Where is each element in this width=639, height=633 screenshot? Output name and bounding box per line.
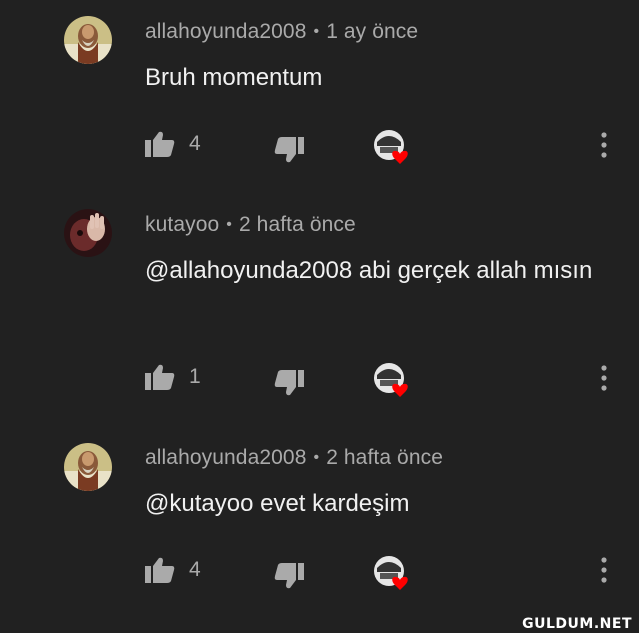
separator-dot: •: [226, 216, 232, 233]
creator-heart-badge: [372, 554, 416, 598]
thumbs-down-icon: [274, 563, 304, 589]
dark-hand-avatar-icon: [64, 209, 112, 257]
comment-text: @allahoyunda2008 abi gerçek allah mısın: [145, 257, 593, 284]
comment-time[interactable]: 2 hafta önce: [239, 213, 356, 236]
bearded-man-painting-avatar-icon: [64, 16, 112, 64]
author-name[interactable]: kutayoo: [145, 213, 219, 236]
separator-dot: •: [313, 23, 320, 40]
creator-heart-icon: [374, 363, 408, 397]
creator-heart-icon: [374, 130, 408, 164]
kebab-menu-icon: [601, 557, 607, 583]
thumbs-down-icon: [274, 370, 304, 396]
comment-time[interactable]: 2 hafta önce: [326, 446, 443, 469]
creator-heart-badge: [372, 128, 416, 172]
dislike-button[interactable]: [274, 137, 304, 163]
more-actions-button[interactable]: [596, 131, 612, 159]
more-actions-button[interactable]: [596, 556, 612, 584]
author-avatar[interactable]: [64, 16, 112, 64]
separator-dot: •: [313, 449, 320, 466]
author-avatar[interactable]: [64, 209, 112, 257]
creator-heart-badge: [372, 361, 416, 405]
thumbs-up-icon: [145, 557, 175, 583]
like-count: 1: [189, 365, 201, 388]
watermark-logo: GULDUM.NET: [522, 616, 632, 632]
like-count: 4: [189, 558, 201, 581]
author-name[interactable]: allahoyunda2008: [145, 446, 306, 469]
kebab-menu-icon: [601, 132, 607, 158]
comment-text: Bruh momentum: [145, 64, 323, 91]
dislike-button[interactable]: [274, 370, 304, 396]
thumbs-up-icon: [145, 364, 175, 390]
thumbs-down-icon: [274, 137, 304, 163]
like-button[interactable]: 4: [145, 557, 201, 583]
comment-meta: allahoyunda2008 • 2 hafta önce: [145, 446, 443, 470]
author-name[interactable]: allahoyunda2008: [145, 20, 306, 43]
comment-meta: kutayoo • 2 hafta önce: [145, 213, 356, 237]
author-avatar[interactable]: [64, 443, 112, 491]
like-button[interactable]: 4: [145, 131, 201, 157]
bearded-man-painting-avatar-icon: [64, 443, 112, 491]
creator-heart-icon: [374, 556, 408, 590]
comment-meta: allahoyunda2008 • 1 ay önce: [145, 20, 418, 44]
kebab-menu-icon: [601, 365, 607, 391]
dislike-button[interactable]: [274, 563, 304, 589]
comment-time[interactable]: 1 ay önce: [326, 20, 418, 43]
more-actions-button[interactable]: [596, 364, 612, 392]
comment-text: @kutayoo evet kardeşim: [145, 490, 410, 517]
like-button[interactable]: 1: [145, 364, 201, 390]
thumbs-up-icon: [145, 131, 175, 157]
like-count: 4: [189, 132, 201, 155]
